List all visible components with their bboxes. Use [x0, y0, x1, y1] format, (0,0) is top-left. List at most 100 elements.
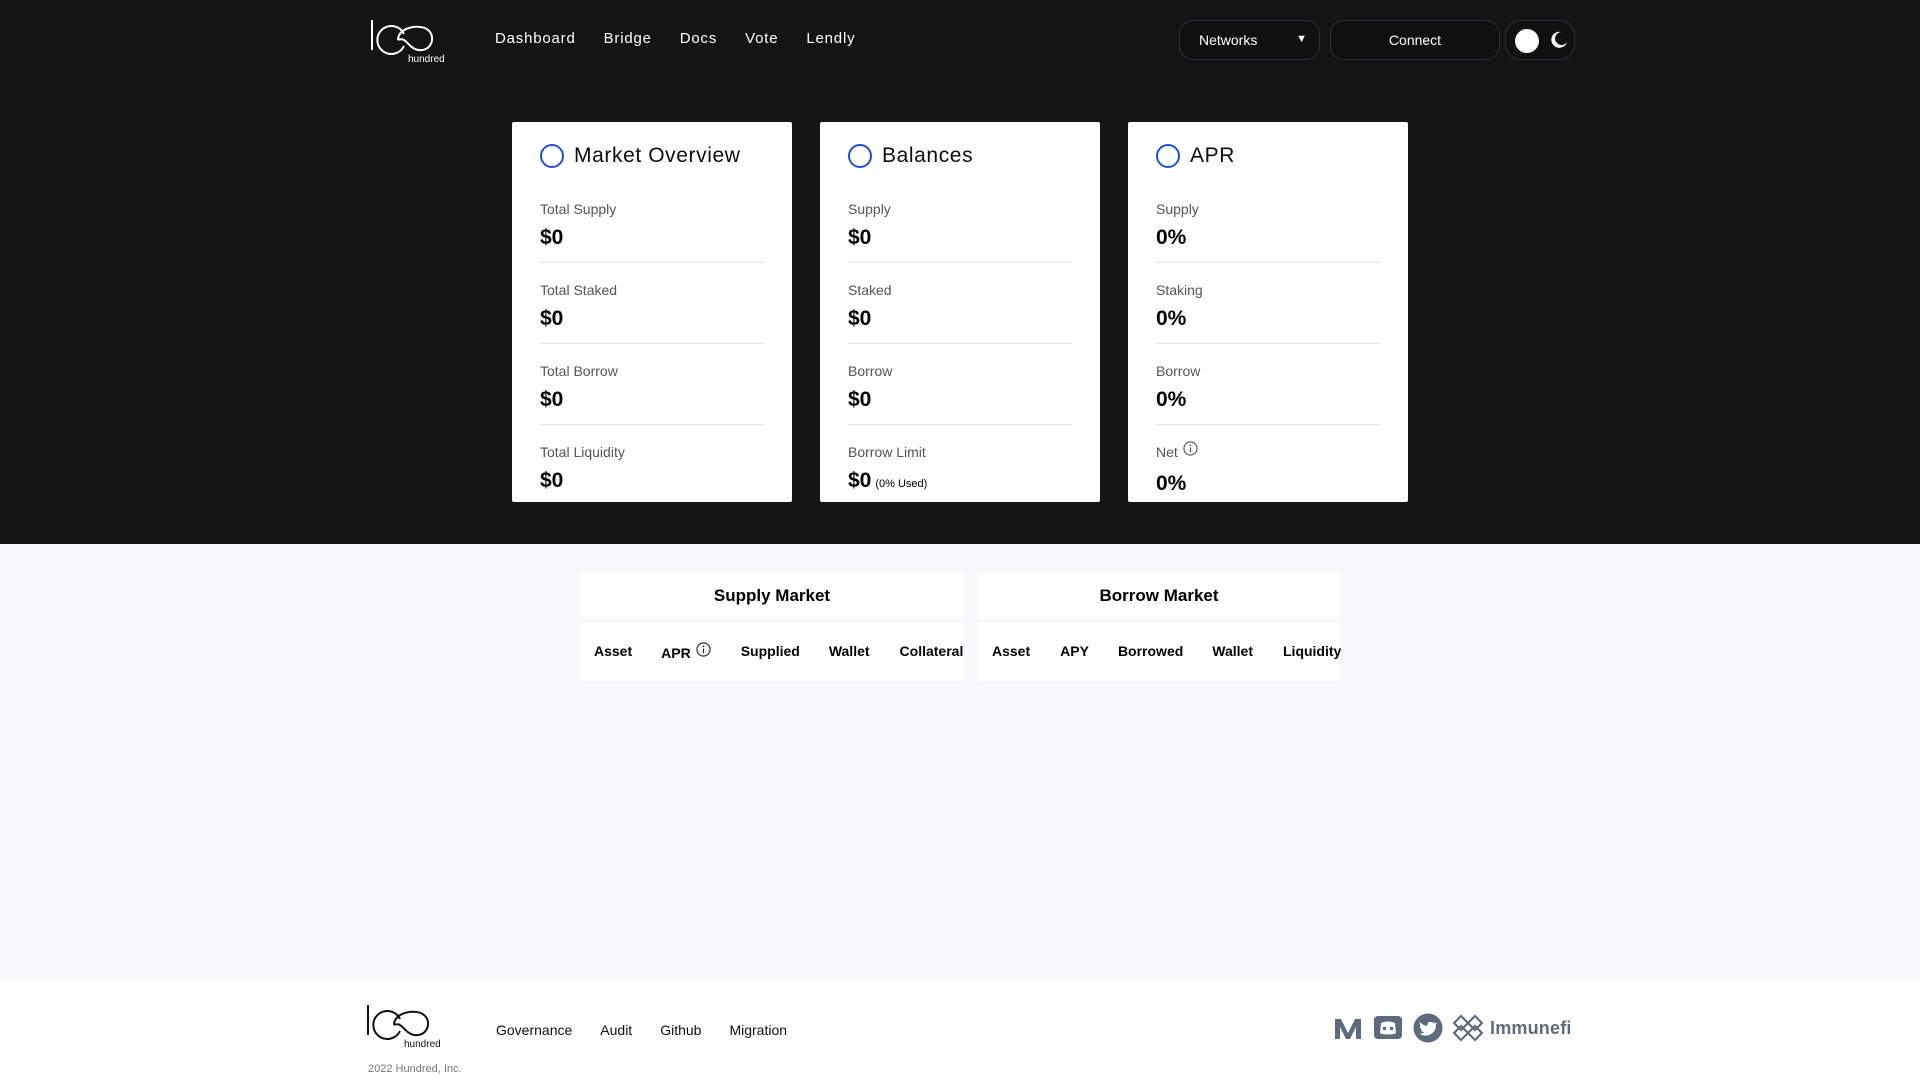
- stat-label: Borrow: [848, 362, 893, 379]
- stat-label: Total Supply: [540, 200, 617, 217]
- stat-total-supply: Total Supply $0: [540, 182, 764, 263]
- card-title: Market Overview: [574, 144, 741, 167]
- supply-market: Supply Market Asset APR Supplied Wallet …: [580, 572, 964, 681]
- footer-link-governance[interactable]: Governance: [496, 1022, 572, 1038]
- column-liquidity[interactable]: Liquidity: [1283, 643, 1341, 659]
- apr-card: APR Supply 0% Staking 0% Borrow 0% Net 0…: [1128, 122, 1408, 502]
- immunefi-link[interactable]: Immunefi: [1453, 1013, 1572, 1043]
- stat-value: $0: [848, 388, 872, 411]
- stat-label: Total Liquidity: [540, 443, 625, 460]
- column-apr[interactable]: APR: [661, 641, 711, 661]
- hundred-logo-icon: hundred: [371, 20, 445, 64]
- immunefi-icon: [1453, 1014, 1483, 1042]
- caret-down-icon: ▼: [1296, 33, 1307, 45]
- stat-total-borrow: Total Borrow $0: [540, 344, 764, 425]
- column-supplied[interactable]: Supplied: [741, 643, 800, 659]
- stat-net-apr: Net 0%: [1156, 425, 1380, 506]
- column-apy[interactable]: APY: [1060, 643, 1089, 659]
- footer-link-github[interactable]: Github: [660, 1022, 701, 1038]
- stat-label: Total Borrow: [540, 362, 618, 379]
- stat-value: 0%: [1156, 226, 1187, 249]
- supply-market-columns: Asset APR Supplied Wallet Collateral: [580, 621, 964, 681]
- stat-label: Net: [1156, 441, 1380, 460]
- card-title: Balances: [882, 144, 974, 167]
- networks-dropdown[interactable]: Networks ▼: [1179, 20, 1320, 60]
- market-overview-card: Market Overview Total Supply $0 Total St…: [512, 122, 792, 502]
- column-wallet[interactable]: Wallet: [829, 643, 870, 659]
- card-title: APR: [1190, 144, 1235, 167]
- column-apr-label: APR: [661, 644, 691, 661]
- borrow-limit-used: (0% Used): [875, 478, 928, 490]
- stat-value: $0: [540, 388, 564, 411]
- stat-supply: Supply $0: [848, 182, 1072, 263]
- stat-label: Supply: [848, 200, 891, 217]
- top-section: hundred Dashboard Bridge Docs Vote Lendl…: [0, 0, 1920, 544]
- stat-value: $0: [848, 226, 872, 249]
- column-wallet[interactable]: Wallet: [1212, 643, 1253, 659]
- nav-dashboard[interactable]: Dashboard: [495, 30, 576, 47]
- info-icon[interactable]: [1183, 441, 1198, 456]
- copyright: 2022 Hundred, Inc.: [368, 1063, 462, 1075]
- moon-icon: [1551, 31, 1567, 48]
- stat-value: 0%: [1156, 388, 1187, 411]
- column-asset[interactable]: Asset: [594, 643, 632, 659]
- stat-supply-apr: Supply 0%: [1156, 182, 1380, 263]
- discord-icon[interactable]: [1373, 1013, 1403, 1043]
- stat-borrow: Borrow $0: [848, 344, 1072, 425]
- nav-docs[interactable]: Docs: [680, 30, 717, 47]
- card-header: Market Overview: [540, 130, 764, 182]
- footer: hundred Governance Audit Github Migratio…: [0, 979, 1920, 1080]
- stat-label: Staked: [848, 281, 892, 298]
- nav-links: Dashboard Bridge Docs Vote Lendly: [495, 30, 883, 47]
- stat-label: Borrow: [1156, 362, 1201, 379]
- toggle-knob: [1515, 29, 1539, 53]
- navbar: hundred Dashboard Bridge Docs Vote Lendl…: [0, 0, 1920, 80]
- stat-total-staked: Total Staked $0: [540, 263, 764, 344]
- column-borrowed[interactable]: Borrowed: [1118, 643, 1183, 659]
- hundred-logo-icon: hundred: [367, 1005, 441, 1049]
- stat-label: Staking: [1156, 281, 1203, 298]
- card-circle-icon: [1156, 144, 1180, 168]
- column-asset[interactable]: Asset: [992, 643, 1030, 659]
- nav-vote[interactable]: Vote: [745, 30, 778, 47]
- stat-staking-apr: Staking 0%: [1156, 263, 1380, 344]
- nav-lendly[interactable]: Lendly: [806, 30, 855, 47]
- social-links: Immunefi: [1333, 1013, 1572, 1043]
- connect-button[interactable]: Connect: [1330, 20, 1500, 60]
- stat-borrow-limit: Borrow Limit $0 (0% Used): [848, 425, 1072, 506]
- stat-value-text: $0: [848, 469, 872, 492]
- nav-bridge[interactable]: Bridge: [604, 30, 652, 47]
- card-header: APR: [1156, 130, 1380, 182]
- stat-value: $0: [540, 469, 564, 492]
- column-collateral[interactable]: Collateral: [900, 643, 964, 659]
- stat-value: 0%: [1156, 472, 1187, 495]
- stat-borrow-apr: Borrow 0%: [1156, 344, 1380, 425]
- networks-label: Networks: [1199, 32, 1258, 48]
- footer-link-audit[interactable]: Audit: [600, 1022, 632, 1038]
- footer-hundred-logo[interactable]: hundred: [366, 1001, 442, 1049]
- balances-card: Balances Supply $0 Staked $0 Borrow $0 B…: [820, 122, 1100, 502]
- stat-total-liquidity: Total Liquidity $0: [540, 425, 764, 506]
- card-circle-icon: [848, 144, 872, 168]
- borrow-market-columns: Asset APY Borrowed Wallet Liquidity: [978, 621, 1341, 681]
- supply-market-title: Supply Market: [580, 572, 964, 621]
- info-icon[interactable]: [696, 641, 711, 657]
- stat-label: Supply: [1156, 200, 1199, 217]
- borrow-market: Borrow Market Asset APY Borrowed Wallet …: [978, 572, 1341, 681]
- immunefi-label: Immunefi: [1490, 1017, 1572, 1038]
- medium-icon[interactable]: [1333, 1013, 1363, 1043]
- stat-label: Borrow Limit: [848, 443, 926, 460]
- borrow-market-title: Borrow Market: [978, 572, 1340, 621]
- footer-link-migration[interactable]: Migration: [729, 1022, 787, 1038]
- stat-value: $0: [540, 307, 564, 330]
- card-circle-icon: [540, 144, 564, 168]
- logo-wordmark: hundred: [408, 54, 445, 64]
- stat-staked: Staked $0: [848, 263, 1072, 344]
- theme-toggle[interactable]: [1505, 20, 1575, 60]
- logo-wordmark: hundred: [404, 1039, 441, 1049]
- stat-value: $0: [848, 307, 872, 330]
- connect-label: Connect: [1388, 32, 1442, 48]
- twitter-icon[interactable]: [1413, 1013, 1443, 1043]
- hundred-logo[interactable]: hundred: [370, 16, 446, 64]
- stat-value: $0 (0% Used): [848, 469, 1072, 493]
